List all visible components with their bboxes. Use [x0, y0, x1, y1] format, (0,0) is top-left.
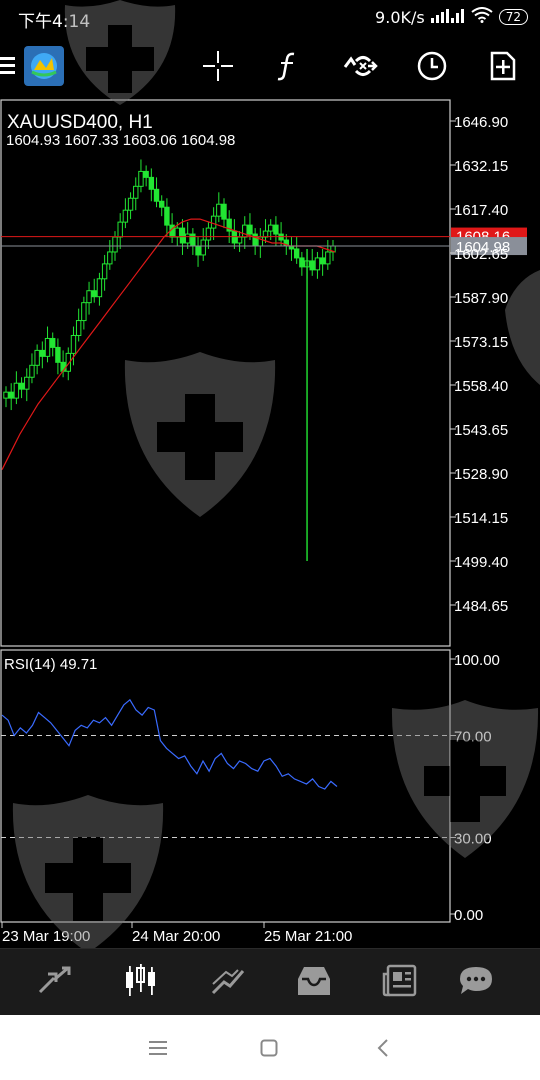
candle-body — [127, 197, 134, 211]
timeframe-clock-icon[interactable] — [412, 46, 452, 86]
news-icon[interactable] — [380, 963, 420, 999]
candle-body — [39, 349, 46, 357]
candle-body — [184, 233, 191, 244]
candle-body — [24, 376, 30, 390]
candle-body — [3, 391, 9, 399]
rsi-axis-label: 0.00 — [454, 907, 483, 924]
rsi-label: RSI(14) 49.71 — [4, 656, 97, 673]
battery-indicator: 72 — [498, 9, 528, 25]
candle-body — [91, 290, 97, 298]
function-icon[interactable] — [268, 46, 308, 86]
watermark-shield-icon — [390, 700, 540, 864]
candle-body — [190, 233, 196, 247]
candle-body — [112, 236, 118, 253]
symbol-label: XAUUSD400, H1 — [7, 112, 153, 133]
candle-body — [50, 337, 56, 348]
candle-body — [153, 188, 160, 202]
chart-settings-icon[interactable] — [340, 46, 380, 86]
candle-body — [268, 224, 274, 232]
crosshair-icon[interactable] — [198, 46, 238, 86]
candle-body — [117, 221, 123, 238]
candle-body — [221, 203, 227, 220]
watermark-shield-icon — [60, 0, 180, 114]
candle-body — [236, 236, 243, 244]
candle-body — [148, 176, 155, 190]
price-axis-label: 1617.40 — [454, 202, 508, 219]
status-icons: 9.0K/s 72 — [375, 7, 528, 27]
candle-body — [299, 257, 305, 268]
candle-body — [247, 224, 253, 235]
price-axis-label: 1514.15 — [454, 510, 508, 527]
candle-body — [34, 349, 40, 366]
price-axis-label: 1632.15 — [454, 158, 508, 175]
price-axis-label: 1543.65 — [454, 422, 508, 439]
candle-body — [101, 263, 108, 280]
candle-body — [86, 290, 92, 304]
candle-body — [143, 170, 149, 178]
time-axis-label: 25 Mar 21:00 — [264, 928, 352, 945]
price-axis-label: 1528.90 — [454, 466, 508, 483]
candle-body — [81, 302, 87, 322]
candle-body — [164, 206, 170, 226]
signal-icon — [430, 7, 465, 27]
candle-body — [8, 391, 14, 399]
watermark-shield-icon — [8, 795, 168, 959]
candle-body — [200, 239, 206, 256]
candle-body — [122, 209, 129, 223]
candle-body — [216, 203, 222, 217]
candle-body — [138, 170, 144, 187]
price-axis-label: 1484.65 — [454, 598, 508, 615]
candle-body — [107, 251, 113, 265]
new-order-icon[interactable] — [483, 46, 523, 86]
candle-body — [242, 224, 248, 238]
price-axis-label: 1587.90 — [454, 290, 508, 307]
rsi-line — [1, 698, 338, 790]
network-speed: 9.0K/s — [375, 7, 425, 27]
bottom-navigation — [0, 948, 540, 1016]
history-icon[interactable] — [294, 963, 334, 999]
back-icon[interactable] — [370, 1035, 396, 1061]
rsi-axis-label: 100.00 — [454, 652, 500, 669]
candle-body — [13, 382, 20, 399]
candle-body — [174, 227, 180, 238]
watermark-shield-icon — [120, 352, 280, 526]
watermark-shield-icon — [505, 270, 540, 394]
candle-body — [293, 248, 300, 259]
candle-body — [29, 364, 35, 378]
candle-body — [252, 233, 258, 247]
chat-icon[interactable] — [456, 963, 496, 999]
candle-body — [273, 224, 279, 235]
candle-body — [75, 320, 82, 336]
candle-body — [205, 227, 212, 241]
candle-body — [44, 337, 51, 357]
candle-body — [18, 382, 25, 390]
home-icon[interactable] — [256, 1035, 282, 1061]
quotes-icon[interactable] — [34, 963, 74, 999]
system-navigation-bar — [0, 1015, 540, 1080]
chart-icon[interactable] — [120, 963, 160, 999]
candle-body — [314, 257, 321, 271]
price-axis-label: 1558.40 — [454, 378, 508, 395]
candle-body — [195, 245, 201, 256]
price-axis-label: 1499.40 — [454, 554, 508, 571]
ohlc-label: 1604.93 1607.33 1603.06 1604.98 — [6, 132, 235, 149]
candle-body — [133, 185, 139, 199]
candle-body — [159, 200, 165, 208]
candle-body — [210, 215, 217, 229]
price-axis-label: 1602.65 — [454, 246, 508, 263]
candle-body — [179, 227, 186, 244]
trade-icon[interactable] — [208, 963, 248, 999]
price-axis-label: 1573.15 — [454, 334, 508, 351]
wifi-icon — [471, 7, 493, 27]
candle-body — [309, 260, 315, 271]
price-axis-label: 1646.90 — [454, 114, 508, 131]
candle-body — [55, 346, 61, 363]
candle-body — [96, 278, 103, 298]
candle-body — [319, 257, 326, 265]
candle-body — [325, 251, 331, 265]
candle-body — [70, 334, 77, 354]
recent-apps-icon[interactable] — [145, 1035, 171, 1061]
menu-icon[interactable] — [0, 46, 22, 86]
app-logo-icon[interactable] — [24, 46, 64, 86]
